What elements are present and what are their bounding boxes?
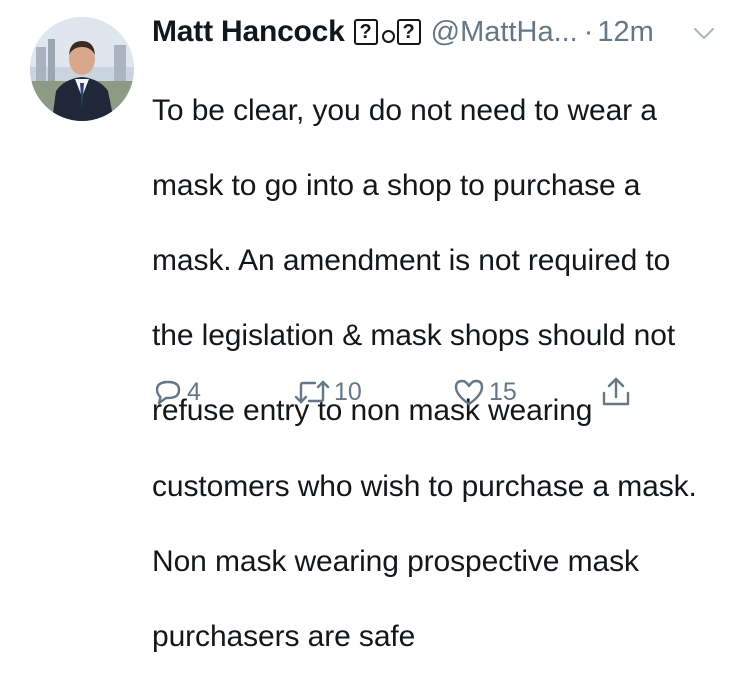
tweet-text-line: customers who wish to purchase a mask. <box>152 469 697 503</box>
tweet-header: Matt Hancock ? ? @MattHa... · 12m <box>152 12 732 52</box>
separator-dot: · <box>583 15 594 48</box>
heart-icon <box>452 376 486 408</box>
avatar[interactable] <box>30 17 134 121</box>
retweet-icon <box>293 376 331 408</box>
tweet-text-line: the legislation & mask shops should not <box>152 319 676 353</box>
tweet-text-line: mask to go into a shop to purchase a <box>152 168 641 202</box>
author-handle[interactable]: @MattHa... <box>431 16 578 49</box>
author-name[interactable]: Matt Hancock <box>152 15 345 49</box>
reply-button[interactable]: 4 <box>152 372 201 412</box>
tweet-text-line: Non mask wearing prospective mask <box>152 544 639 578</box>
tweet-text-line: mask. An amendment is not required to <box>152 243 671 277</box>
unrendered-emoji-glyph: ? <box>396 19 421 45</box>
like-button[interactable]: 15 <box>452 372 517 412</box>
tweet-text-line: To be clear, you do not need to wear a <box>152 93 657 127</box>
tweet-card[interactable]: Matt Hancock ? ? @MattHa... · 12m To be … <box>0 0 739 653</box>
retweet-button[interactable]: 10 <box>293 372 362 412</box>
timestamp[interactable]: 12m <box>597 16 653 49</box>
reply-icon <box>152 376 184 408</box>
retweet-count: 10 <box>334 377 362 406</box>
like-count: 15 <box>489 377 517 406</box>
share-icon <box>600 375 632 409</box>
reply-count: 4 <box>187 377 201 406</box>
tweet-text-line: purchasers are safe <box>152 619 416 653</box>
chevron-down-icon[interactable] <box>693 27 715 46</box>
unrendered-emoji-glyph: ? <box>353 19 378 45</box>
ring-glyph <box>381 29 395 43</box>
action-bar: 4 10 15 <box>152 372 652 412</box>
avatar-image <box>30 17 134 121</box>
share-button[interactable] <box>600 372 632 412</box>
